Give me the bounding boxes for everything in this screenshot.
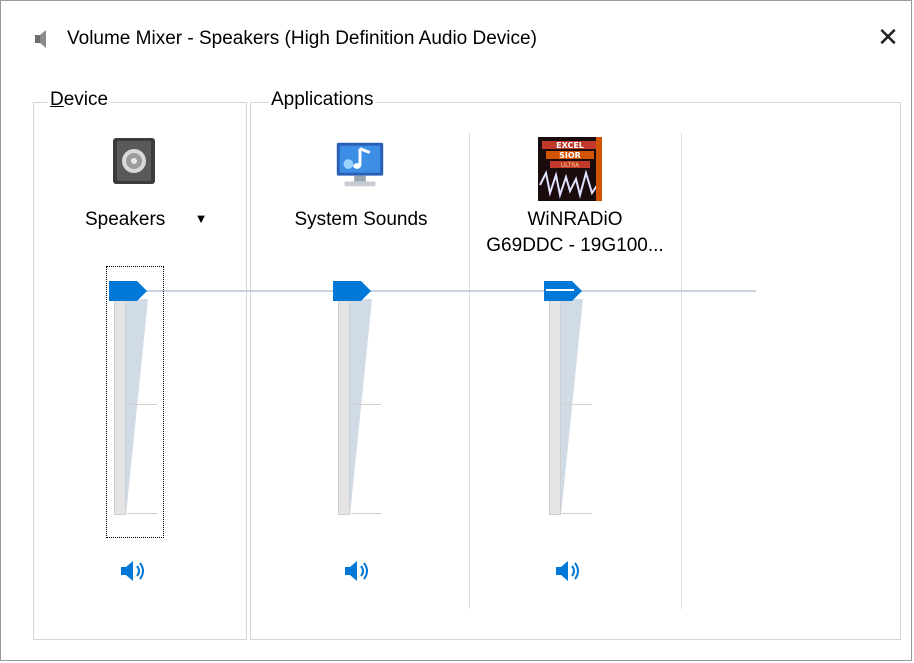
- system-sounds-icon: [336, 142, 384, 187]
- winradio-peak-wedge: [561, 299, 583, 515]
- svg-text:SIOR: SIOR: [559, 151, 581, 160]
- slider-tick: [127, 404, 157, 405]
- device-volume-track[interactable]: [114, 299, 126, 515]
- system-sounds-volume-thumb[interactable]: [333, 281, 371, 301]
- title-bar: Volume Mixer - Speakers (High Definition…: [1, 1, 911, 75]
- speaker-icon: [345, 561, 368, 581]
- winradio-mute-button[interactable]: [552, 557, 586, 585]
- device-name: Speakers: [85, 209, 166, 230]
- device-volume-thumb[interactable]: [109, 281, 147, 301]
- speaker-icon: [556, 561, 579, 581]
- svg-text:ULTRA: ULTRA: [561, 162, 580, 169]
- speaker-device-icon: [113, 138, 155, 184]
- chevron-down-icon: ▼: [194, 211, 208, 226]
- close-button[interactable]: ✕: [865, 11, 911, 63]
- applications-group-label: Applications: [269, 89, 376, 111]
- speaker-icon: [121, 561, 144, 581]
- window-title: Volume Mixer - Speakers (High Definition…: [67, 28, 537, 49]
- system-sounds-volume-track[interactable]: [338, 299, 350, 515]
- volume-mixer-window: Volume Mixer - Speakers (High Definition…: [0, 0, 912, 661]
- winradio-volume-track[interactable]: [549, 299, 561, 515]
- winradio-icon: EXCEL SIOR ULTRA: [538, 137, 602, 201]
- device-mute-button[interactable]: [117, 557, 151, 585]
- column-divider: [681, 133, 682, 609]
- slider-tick: [351, 513, 381, 514]
- slider-tick: [562, 404, 592, 405]
- app-name-winradio: WiNRADiO G69DDC - 19G100...: [486, 209, 664, 256]
- device-peak-wedge: [126, 299, 148, 515]
- close-icon: ✕: [877, 21, 899, 52]
- winradio-volume-thumb[interactable]: [544, 281, 582, 301]
- slider-tick: [127, 513, 157, 514]
- system-sounds-peak-wedge: [350, 299, 372, 515]
- column-divider: [469, 133, 470, 609]
- peak-meter-line: [141, 290, 756, 292]
- speaker-icon: [35, 30, 46, 48]
- device-group-label: Device: [48, 89, 111, 111]
- slider-tick: [351, 404, 381, 405]
- svg-text:EXCEL: EXCEL: [556, 141, 584, 150]
- system-sounds-mute-button[interactable]: [341, 557, 375, 585]
- slider-tick: [562, 513, 592, 514]
- app-name-system-sounds: System Sounds: [294, 209, 428, 230]
- device-selector[interactable]: Speakers ▼: [85, 207, 225, 234]
